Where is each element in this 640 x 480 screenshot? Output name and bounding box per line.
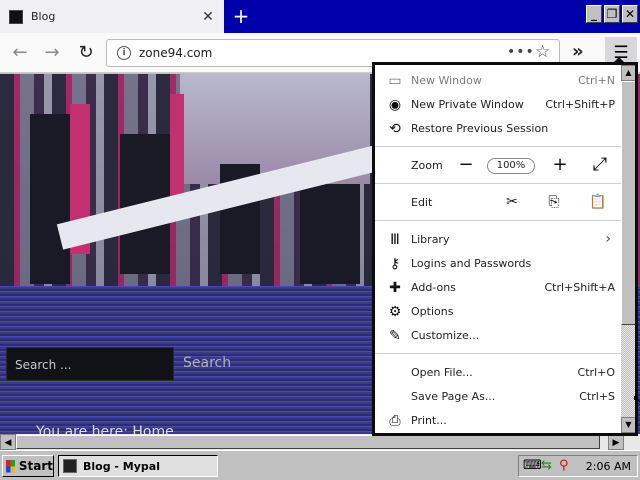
horizontal-scrollbar[interactable]: ◀ ▶: [0, 434, 640, 450]
network-icon[interactable]: ⇆: [541, 458, 552, 473]
url-text[interactable]: zone94.com: [139, 46, 212, 60]
menu-item-restore-session[interactable]: ⟲ Restore Previous Session: [375, 117, 621, 141]
breadcrumb: You are here: Home: [36, 424, 174, 434]
menu-item-addons[interactable]: ✚ Add-ons Ctrl+Shift+A: [375, 276, 621, 300]
menu-item-new-window[interactable]: ▭ New Window Ctrl+N: [375, 69, 621, 93]
start-button[interactable]: Start: [2, 455, 54, 477]
menu-item-label: Print...: [411, 414, 447, 427]
mask-icon: ◉: [388, 97, 402, 113]
library-icon: Ⅲ: [390, 232, 400, 248]
puzzle-icon: ✚: [389, 280, 401, 296]
menu-item-label: Customize...: [411, 329, 480, 342]
taskbar: Start Blog - Mypal ⌨ ⇆ ⚲ 2:06 AM: [0, 450, 640, 480]
scroll-thumb[interactable]: [16, 435, 600, 449]
menu-separator: [375, 183, 621, 184]
scroll-left-icon[interactable]: ◀: [0, 434, 16, 450]
menu-item-label: Options: [411, 305, 454, 318]
windows-logo-icon: [6, 459, 15, 473]
zoom-out-button[interactable]: −: [455, 154, 477, 176]
close-window-button[interactable]: ✕: [622, 5, 638, 23]
forward-arrow-icon[interactable]: →: [40, 41, 64, 65]
gear-icon: ⚙: [388, 304, 402, 320]
printer-icon: ⎙: [389, 413, 401, 429]
key-icon: ⚷: [389, 256, 401, 272]
system-tray: ⌨ ⇆ ⚲ 2:06 AM: [518, 455, 638, 477]
menu-item-shortcut: Ctrl+N: [577, 74, 615, 87]
menu-item-label: Open File...: [411, 366, 473, 379]
hero-building: [30, 114, 70, 284]
hero-building: [300, 184, 360, 284]
brush-icon: ✎: [389, 328, 401, 344]
info-icon[interactable]: i: [117, 46, 131, 60]
tab-close-icon[interactable]: ✕: [200, 9, 216, 25]
fullscreen-icon[interactable]: ⤢: [589, 154, 611, 176]
zoom-in-button[interactable]: +: [549, 154, 571, 176]
clock: 2:06 AM: [585, 460, 631, 473]
menu-item-library[interactable]: Ⅲ Library ›: [375, 228, 621, 252]
favicon-icon: [9, 9, 23, 24]
search-placeholder: Search ...: [15, 358, 72, 372]
search-tray-icon[interactable]: ⚲: [559, 458, 569, 473]
tab-blog[interactable]: Blog ✕: [0, 0, 224, 33]
menu-item-logins[interactable]: ⚷ Logins and Passwords: [375, 252, 621, 276]
browser-app-icon: [63, 459, 77, 473]
chevron-right-icon: ›: [605, 231, 611, 247]
start-label: Start: [18, 459, 53, 473]
menu-item-save-page[interactable]: Save Page As... Ctrl+S: [375, 385, 621, 409]
restore-button[interactable]: ❐: [604, 5, 620, 23]
menu-item-label: New Window: [411, 74, 482, 87]
page-actions-icon[interactable]: •••: [507, 44, 535, 60]
menu-item-label: Restore Previous Session: [411, 122, 549, 135]
mouse-cursor-icon: ↖: [632, 392, 640, 408]
edit-label: Edit: [411, 196, 433, 209]
menu-item-label: Logins and Passwords: [411, 257, 532, 270]
scroll-down-icon[interactable]: ▼: [621, 417, 635, 433]
menu-item-options[interactable]: ⚙ Options: [375, 300, 621, 324]
menu-item-label: Add-ons: [411, 281, 456, 294]
zoom-level[interactable]: 100%: [487, 158, 535, 174]
menu-item-print[interactable]: ⎙ Print...: [375, 409, 621, 433]
menu-item-shortcut: Ctrl+O: [577, 366, 615, 379]
search-button[interactable]: Search: [183, 355, 231, 371]
menu-item-customize[interactable]: ✎ Customize...: [375, 324, 621, 348]
reload-icon[interactable]: ↻: [74, 41, 98, 65]
menu-scroll-thumb[interactable]: [621, 81, 635, 325]
scroll-up-icon[interactable]: ▲: [621, 65, 635, 81]
menu-item-shortcut: Ctrl+S: [579, 390, 615, 403]
search-input[interactable]: Search ...: [6, 347, 174, 381]
menu-item-shortcut: Ctrl+Shift+P: [545, 98, 615, 111]
menu-item-zoom: Zoom − 100% + ⤢: [375, 154, 621, 178]
menu-item-shortcut: Ctrl+Shift+A: [544, 281, 615, 294]
menu-separator: [375, 353, 621, 354]
scroll-right-icon[interactable]: ▶: [608, 434, 624, 450]
app-menu-panel: ▭ New Window Ctrl+N ◉ New Private Window…: [372, 62, 638, 436]
new-window-icon: ▭: [388, 73, 402, 89]
paste-icon[interactable]: 📋: [587, 191, 609, 213]
menu-item-label: New Private Window: [411, 98, 524, 111]
minimize-button[interactable]: _: [586, 5, 602, 23]
overflow-chevron-icon[interactable]: »: [572, 41, 584, 62]
taskbar-item-label: Blog - Mypal: [83, 459, 160, 473]
menu-item-label: Library: [411, 233, 450, 246]
new-tab-button[interactable]: +: [230, 5, 252, 27]
tab-bar: Blog ✕ + _ ❐ ✕: [0, 0, 640, 33]
bookmark-star-icon[interactable]: ☆: [535, 42, 550, 62]
keyboard-icon[interactable]: ⌨: [523, 458, 542, 473]
copy-icon[interactable]: ⎘: [543, 191, 565, 213]
zoom-label: Zoom: [411, 159, 443, 172]
taskbar-item-browser[interactable]: Blog - Mypal: [58, 455, 218, 477]
desktop-screen: Blog ✕ + _ ❐ ✕ ← → ↻ i zone94.com ••• ☆ …: [0, 0, 640, 480]
menu-item-edit: Edit ✂ ⎘ 📋: [375, 191, 621, 215]
back-arrow-icon[interactable]: ←: [8, 41, 32, 65]
tab-title: Blog: [31, 10, 56, 23]
menu-item-open-file[interactable]: Open File... Ctrl+O: [375, 361, 621, 385]
menu-scrollbar[interactable]: ▲ ▼: [621, 65, 635, 433]
menu-item-private-window[interactable]: ◉ New Private Window Ctrl+Shift+P: [375, 93, 621, 117]
cut-icon[interactable]: ✂: [501, 191, 523, 213]
menu-separator: [375, 146, 621, 147]
menu-separator: [375, 220, 621, 221]
menu-item-label: Save Page As...: [411, 390, 496, 403]
restore-session-icon: ⟲: [389, 121, 401, 137]
